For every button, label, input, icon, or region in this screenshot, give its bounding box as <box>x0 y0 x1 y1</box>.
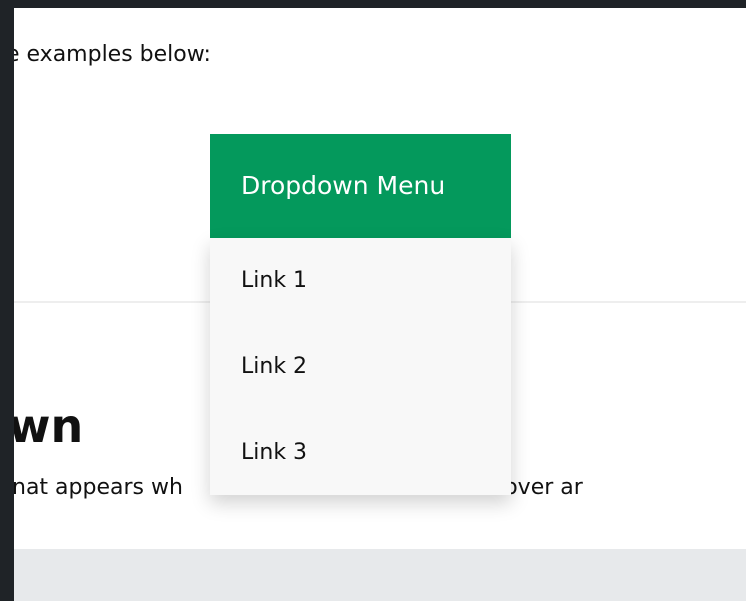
dropdown-menu-panel: Link 1 Link 2 Link 3 <box>210 238 511 495</box>
dropdown-link-2[interactable]: Link 2 <box>210 324 511 410</box>
dropdown-link-1[interactable]: Link 1 <box>210 238 511 324</box>
intro-text: e examples below: <box>14 42 211 67</box>
dropdown-link-3[interactable]: Link 3 <box>210 410 511 496</box>
page-heading-fragment: wn <box>14 399 84 454</box>
description-left-fragment: nat appears wh <box>14 475 183 500</box>
dropdown-menu-example[interactable]: Dropdown Menu Link 1 Link 2 Link 3 <box>210 134 511 495</box>
window-frame-left <box>0 0 14 601</box>
page-content: e examples below: Dropdown Menu Link 1 L… <box>14 8 746 601</box>
dropdown-menu-button[interactable]: Dropdown Menu <box>210 134 511 238</box>
window-frame-top <box>0 0 746 8</box>
bottom-gray-band <box>14 549 746 601</box>
